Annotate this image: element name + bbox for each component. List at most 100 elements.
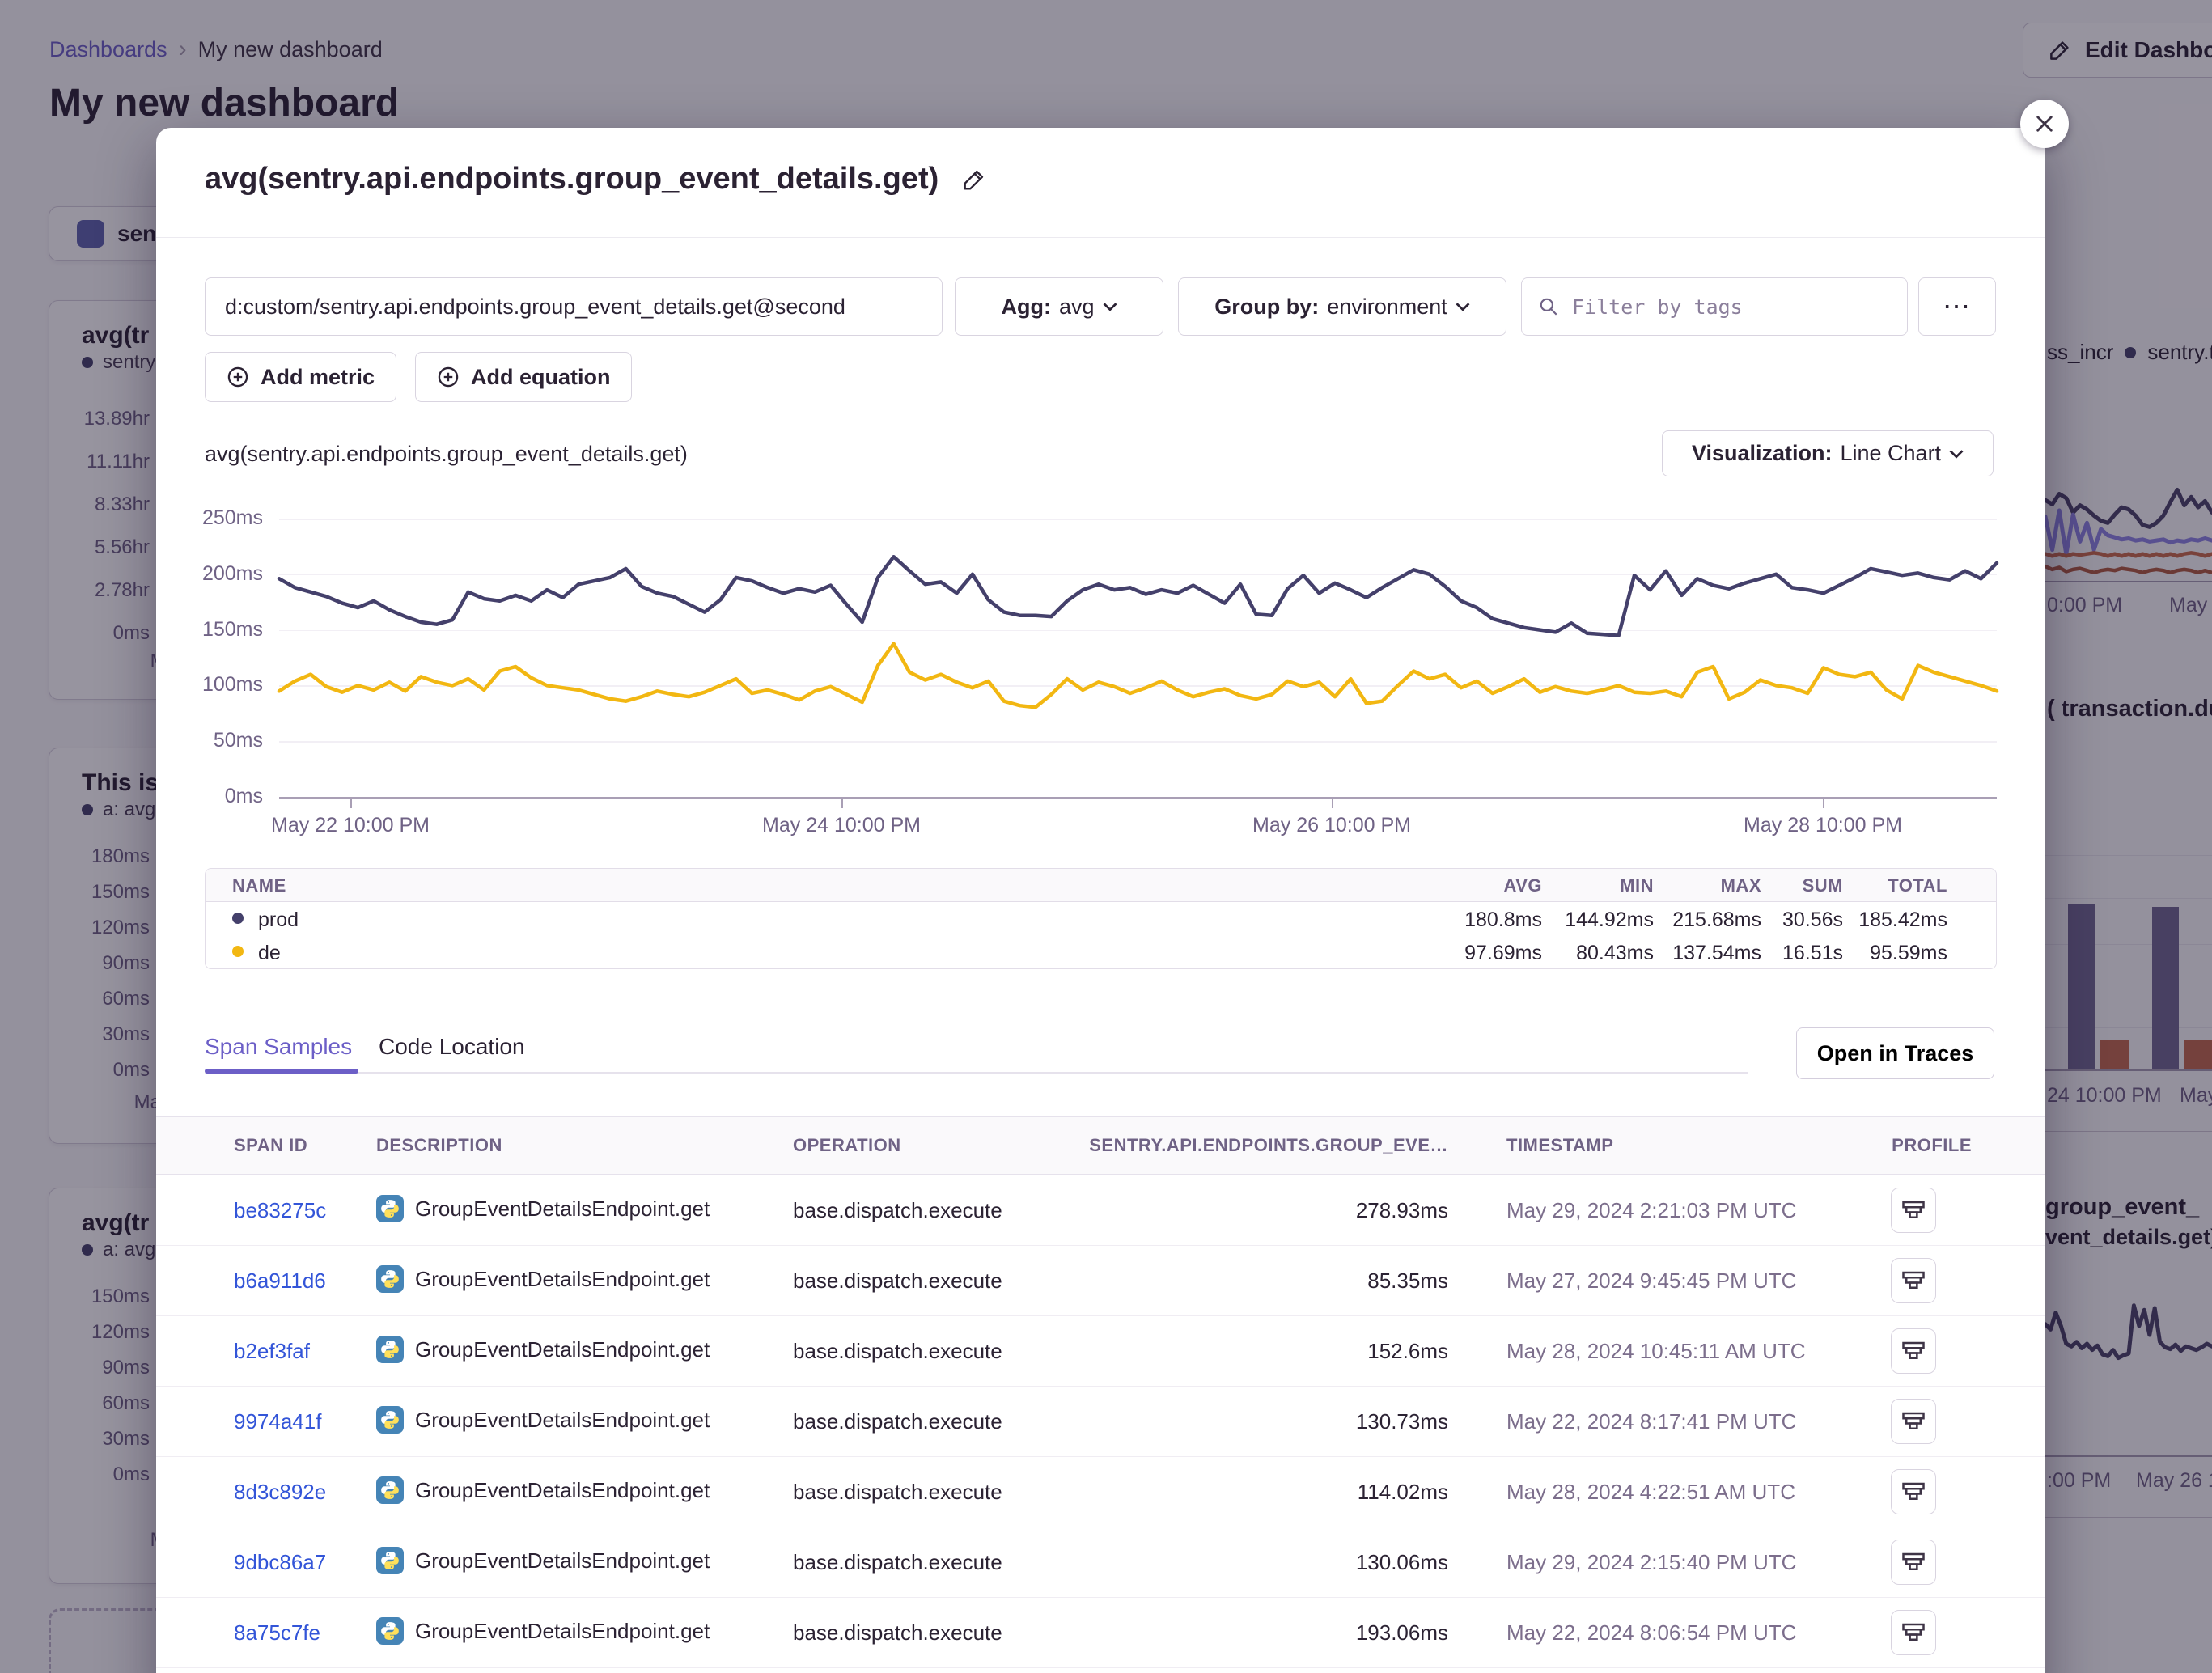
span-sample-row: 9974a41f GroupEventDetailsEndpoint.getba… (156, 1387, 2045, 1457)
column-header: NAME (232, 875, 286, 896)
filter-by-tags-input[interactable] (1570, 294, 1891, 320)
filter-by-tags-field (1521, 277, 1908, 336)
span-id-link[interactable]: 9dbc86a7 (234, 1550, 326, 1575)
python-platform-icon (376, 1406, 404, 1434)
span-id-link[interactable]: be83275c (234, 1198, 326, 1223)
y-tick-label: 200ms (156, 562, 263, 586)
profile-button[interactable] (1891, 1328, 1936, 1374)
tab-span-samples[interactable]: Span Samples (205, 1034, 352, 1060)
column-header: OPERATION (793, 1135, 901, 1156)
profile-button[interactable] (1891, 1469, 1936, 1514)
column-header: SENTRY.API.ENDPOINTS.GROUP_EVE… (1078, 1135, 1448, 1156)
metric-query-input[interactable] (205, 277, 943, 336)
y-tick-label: 0ms (156, 785, 263, 808)
span-sample-row: 8a75c7fe GroupEventDetailsEndpoint.getba… (156, 1598, 2045, 1668)
series-color-dot (232, 946, 244, 957)
series-name: de (258, 942, 281, 965)
span-id-link[interactable]: 9974a41f (234, 1409, 321, 1434)
span-metric-value: 130.06ms (1127, 1550, 1448, 1575)
tab-code-location[interactable]: Code Location (379, 1034, 525, 1060)
span-metric-value: 152.6ms (1127, 1339, 1448, 1364)
profile-button[interactable] (1891, 1258, 1936, 1303)
y-tick-label: 250ms (156, 506, 263, 530)
open-in-traces-button[interactable]: Open in Traces (1796, 1027, 1994, 1079)
chart-title: avg(sentry.api.endpoints.group_event_det… (205, 442, 688, 467)
x-tick (841, 797, 843, 808)
chevron-down-icon (1949, 449, 1964, 459)
span-id-link[interactable]: b2ef3faf (234, 1339, 310, 1364)
profile-flamechart-icon (1901, 1550, 1926, 1574)
span-operation: base.dispatch.execute (793, 1339, 1002, 1364)
chart-x-axis (279, 797, 1997, 799)
span-metric-value: 114.02ms (1127, 1480, 1448, 1505)
y-tick-label: 150ms (156, 618, 263, 642)
profile-button[interactable] (1891, 1540, 1936, 1585)
python-platform-icon (376, 1265, 404, 1293)
span-description: GroupEventDetailsEndpoint.get (376, 1195, 710, 1222)
column-header: TIMESTAMP (1506, 1135, 1613, 1156)
python-icon (379, 1550, 400, 1571)
python-platform-icon (376, 1476, 404, 1504)
series-color-dot (232, 913, 244, 924)
close-icon (2034, 113, 2055, 134)
python-icon (379, 1269, 400, 1290)
span-operation: base.dispatch.execute (793, 1198, 1002, 1223)
python-platform-icon (376, 1336, 404, 1363)
python-platform-icon (376, 1547, 404, 1574)
main-line-chart (279, 519, 1997, 797)
divider (156, 237, 2045, 238)
add-metric-button[interactable]: Add metric (205, 352, 396, 402)
profile-button[interactable] (1891, 1399, 1936, 1444)
span-description: GroupEventDetailsEndpoint.get (376, 1476, 710, 1504)
close-button[interactable] (2020, 100, 2069, 148)
visualization-dropdown[interactable]: Visualization: Line Chart (1662, 430, 1994, 476)
column-header: SPAN ID (234, 1135, 307, 1156)
span-id-link[interactable]: 8d3c892e (234, 1480, 326, 1505)
chevron-down-icon (1103, 302, 1117, 311)
span-metric-value: 85.35ms (1127, 1269, 1448, 1294)
span-timestamp: May 29, 2024 2:21:03 PM UTC (1506, 1198, 1796, 1223)
python-platform-icon (376, 1617, 404, 1645)
profile-button[interactable] (1891, 1610, 1936, 1655)
span-timestamp: May 28, 2024 10:45:11 AM UTC (1506, 1339, 1806, 1364)
x-tick-label: May 26 10:00 PM (1210, 814, 1453, 837)
span-sample-row: 8d3c892e GroupEventDetailsEndpoint.get ba… (156, 1457, 2045, 1527)
span-id-link[interactable]: b6a911d6 (234, 1269, 326, 1294)
span-operation: base.dispatch.execute (793, 1550, 1002, 1575)
column-header: PROFILE (1891, 1135, 1972, 1156)
python-icon (379, 1620, 400, 1641)
span-sample-row: 9dbc86a7 GroupEventDetailsEndpoint.getba… (156, 1527, 2045, 1598)
x-tick (1823, 797, 1824, 808)
column-header: TOTAL (1810, 875, 1947, 896)
x-tick (350, 797, 352, 808)
query-overflow-button[interactable]: ⋯ (1918, 277, 1996, 336)
span-sample-row: b6a911d6 GroupEventDetailsEndpoint.getba… (156, 1246, 2045, 1316)
edit-title-pencil-icon[interactable] (961, 167, 987, 193)
summary-header-row: NAME AVG MIN MAX SUM TOTAL (206, 869, 1996, 902)
x-tick (1332, 797, 1333, 808)
python-icon (379, 1409, 400, 1430)
group-by-dropdown[interactable]: Group by: environment (1178, 277, 1506, 336)
chevron-down-icon (1456, 302, 1470, 311)
profile-button[interactable] (1891, 1188, 1936, 1233)
span-id-link[interactable]: 8a75c7fe (234, 1620, 320, 1645)
summary-row: de97.69ms80.43ms137.54ms16.51s95.59ms (206, 935, 1996, 968)
samples-table-body: be83275c GroupEventDetailsEndpoint.get ba… (156, 1175, 2045, 1668)
span-sample-row: b2ef3faf GroupEventDetailsEndpoint.getba… (156, 1316, 2045, 1387)
search-icon (1538, 296, 1559, 317)
profile-flamechart-icon (1901, 1269, 1926, 1293)
add-equation-button[interactable]: Add equation (415, 352, 632, 402)
aggregate-dropdown[interactable]: Agg: avg (955, 277, 1163, 336)
python-icon (379, 1480, 400, 1501)
span-metric-value: 278.93ms (1127, 1198, 1448, 1223)
tab-track (205, 1072, 1748, 1074)
span-operation: base.dispatch.execute (793, 1480, 1002, 1505)
profile-flamechart-icon (1901, 1480, 1926, 1504)
column-header: DESCRIPTION (376, 1135, 502, 1156)
modal-title-row: avg(sentry.api.endpoints.group_event_det… (205, 162, 987, 197)
span-description: GroupEventDetailsEndpoint.get (376, 1406, 710, 1434)
y-tick-label: 50ms (156, 729, 263, 752)
chart-series-#44406b (279, 557, 1997, 635)
span-description: GroupEventDetailsEndpoint.get (376, 1265, 710, 1293)
span-timestamp: May 27, 2024 9:45:45 PM UTC (1506, 1269, 1796, 1294)
